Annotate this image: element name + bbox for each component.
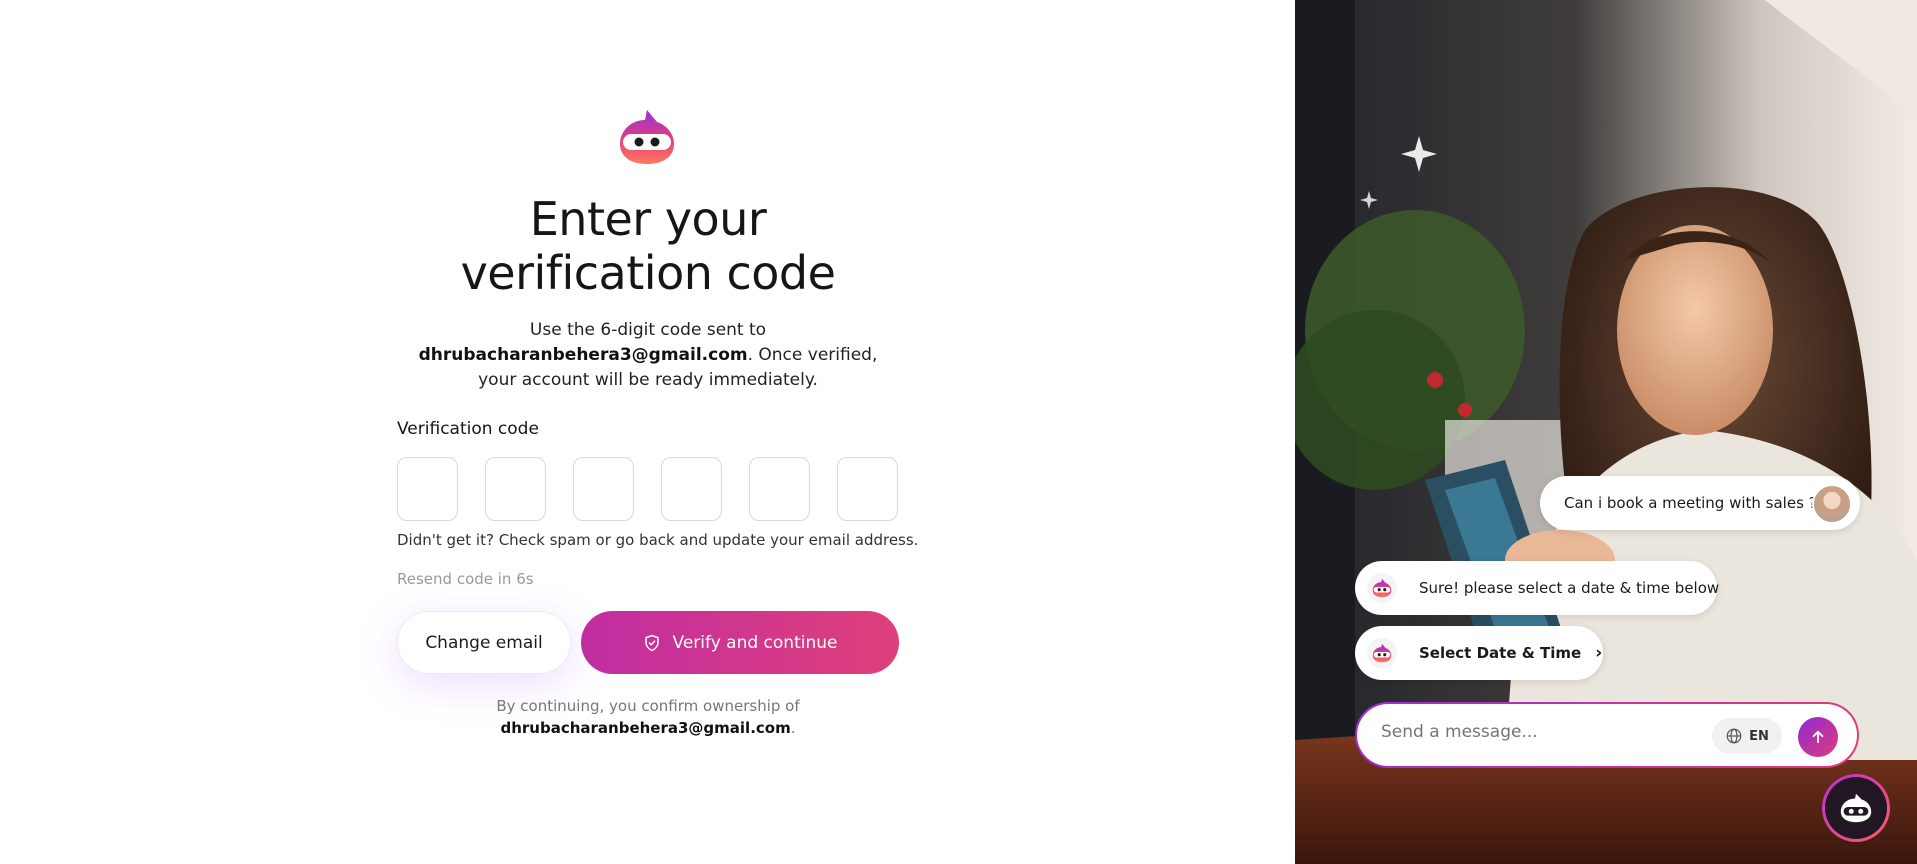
resend-countdown: Resend code in 6s (397, 570, 534, 588)
code-digit-1[interactable] (397, 457, 458, 521)
bot-logo-icon (1367, 573, 1397, 603)
avatar (1812, 484, 1852, 524)
select-date-time-label: Select Date & Time (1419, 644, 1582, 662)
select-date-time-button[interactable]: Select Date & Time › (1355, 626, 1603, 680)
shield-check-icon (644, 634, 659, 651)
change-email-button[interactable]: Change email (397, 611, 571, 674)
title-line-2: verification code (460, 246, 836, 300)
chat-launcher-button[interactable] (1822, 774, 1890, 842)
instructions-text: Use the 6-digit code sent to dhrubachara… (397, 318, 899, 393)
bot-message-text: Sure! please select a date & time below (1419, 579, 1720, 597)
arrow-up-icon (1812, 730, 1824, 744)
send-button[interactable] (1798, 717, 1838, 757)
title-line-1: Enter your (529, 192, 767, 246)
user-message-text: Can i book a meeting with sales ? (1564, 494, 1817, 512)
language-selector[interactable]: EN (1712, 718, 1782, 754)
message-input[interactable] (1381, 722, 1681, 742)
globe-icon (1726, 728, 1742, 744)
chevron-right-icon: › (1595, 643, 1603, 663)
verify-and-continue-button[interactable]: Verify and continue (581, 611, 899, 674)
consent-prefix: By continuing, you confirm ownership of (496, 697, 800, 715)
code-input-group (397, 457, 899, 521)
verify-button-label: Verify and continue (672, 632, 838, 653)
instructions-prefix: Use the 6-digit code sent to (529, 320, 767, 340)
consent-email: dhrubacharanbehera3@gmail.com (500, 719, 791, 737)
consent-suffix: . (790, 719, 796, 737)
code-digit-4[interactable] (661, 457, 722, 521)
brand-logo-icon (619, 108, 675, 166)
code-digit-3[interactable] (573, 457, 634, 521)
bot-logo-icon (1367, 638, 1397, 668)
ownership-consent: By continuing, you confirm ownership of … (397, 695, 899, 739)
language-label: EN (1749, 728, 1769, 744)
page-title: Enter your verification code (397, 192, 899, 300)
code-digit-6[interactable] (837, 457, 898, 521)
help-hint: Didn't get it? Check spam or go back and… (397, 531, 919, 549)
chat-composer: EN (1355, 702, 1859, 768)
auth-panel: Enter your verification code Use the 6-d… (0, 0, 1295, 864)
code-digit-5[interactable] (749, 457, 810, 521)
chat-user-message: Can i book a meeting with sales ? (1540, 476, 1860, 530)
code-digit-2[interactable] (485, 457, 546, 521)
bot-logo-icon (1840, 793, 1872, 823)
recipient-email: dhrubacharanbehera3@gmail.com (418, 345, 748, 365)
hero-panel: Can i book a meeting with sales ? Sure! … (1295, 0, 1917, 864)
chat-bot-message: Sure! please select a date & time below (1355, 561, 1720, 615)
verification-code-label: Verification code (397, 419, 539, 439)
